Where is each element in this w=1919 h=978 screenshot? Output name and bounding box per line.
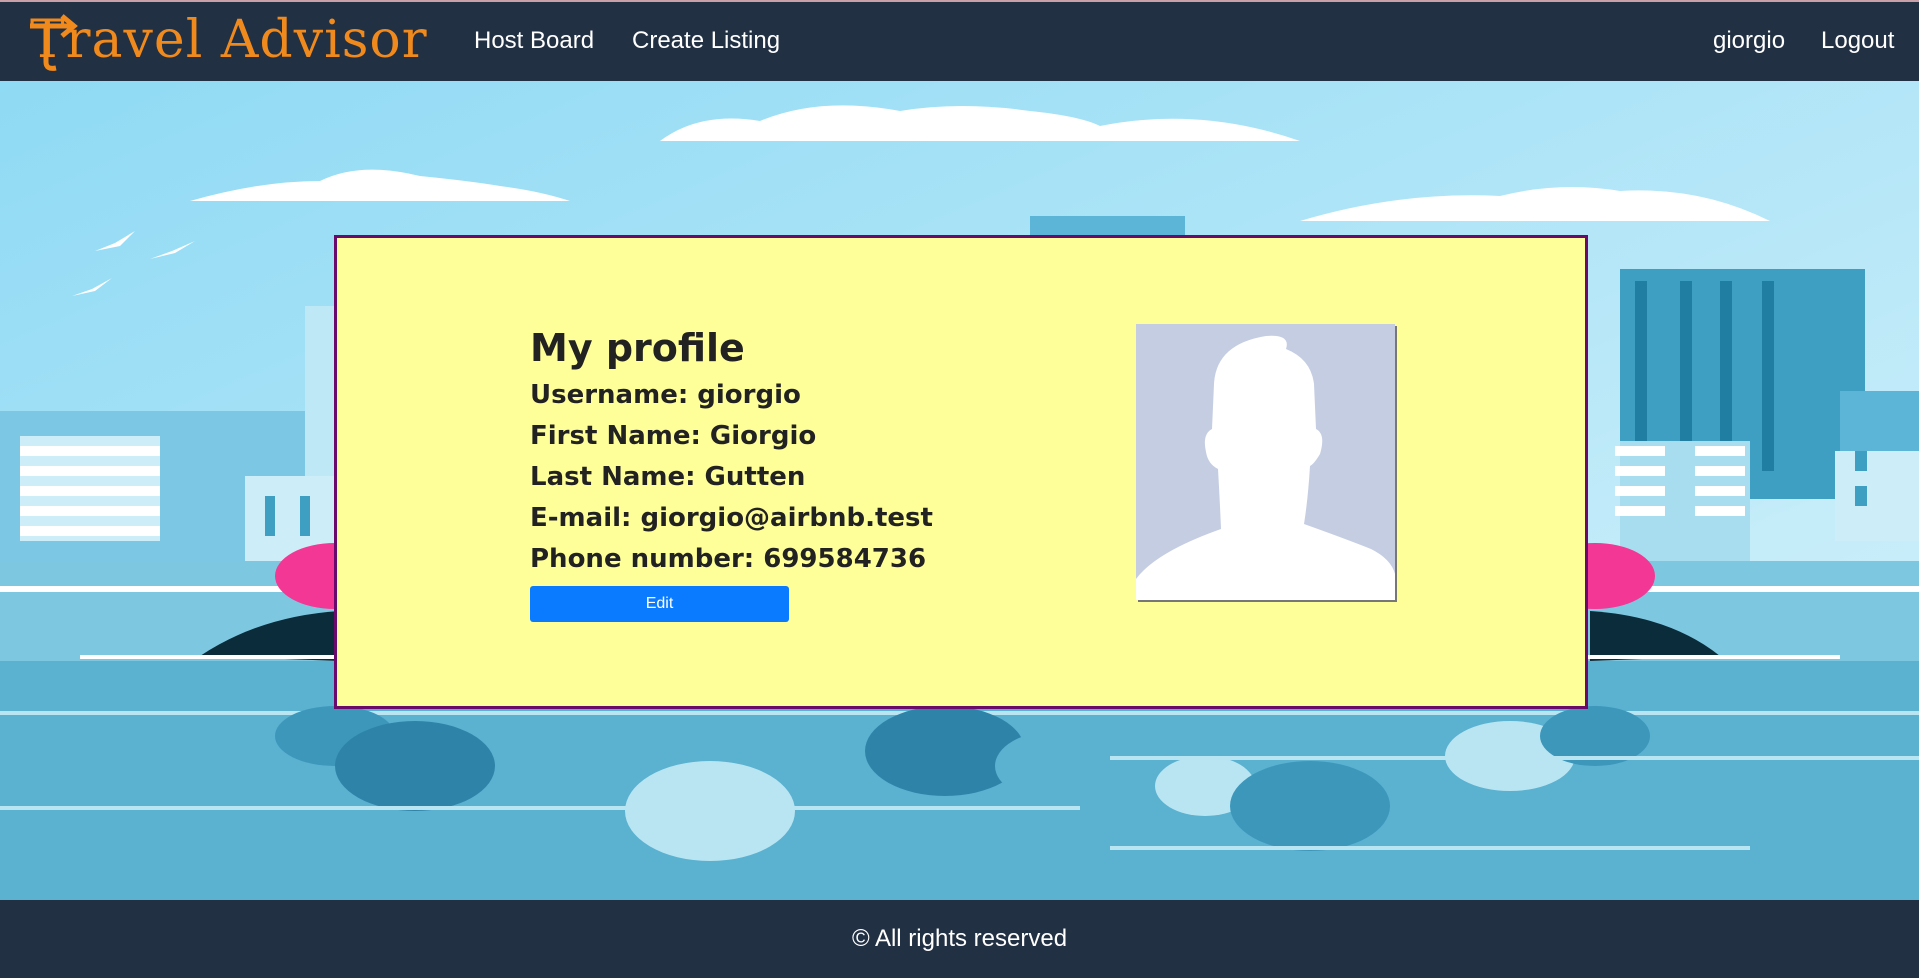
brand-name: Travel Advisor [30, 10, 428, 70]
last-name-field: Last Name: Gutten [530, 462, 806, 492]
avatar [1136, 324, 1395, 600]
phone-field: Phone number: 699584736 [530, 544, 927, 574]
airplane-arrow-icon [30, 14, 78, 71]
page-title: My profile [530, 326, 745, 370]
nav-user-giorgio[interactable]: giorgio [1713, 27, 1785, 55]
nav-create-listing[interactable]: Create Listing [632, 27, 780, 55]
copyright-text: © All rights reserved [851, 925, 1068, 952]
default-user-silhouette-icon [1136, 335, 1395, 600]
top-navbar: Travel Advisor Host Board Create Listing… [0, 0, 1919, 81]
email-field: E-mail: giorgio@airbnb.test [530, 503, 933, 533]
username-field: Username: giorgio [530, 380, 801, 410]
edit-button[interactable]: Edit [530, 586, 789, 622]
profile-card: My profile Username: giorgio First Name:… [334, 235, 1588, 709]
footer: © All rights reserved [0, 900, 1919, 978]
first-name-field: First Name: Giorgio [530, 421, 817, 451]
nav-logout[interactable]: Logout [1821, 27, 1894, 55]
nav-host-board[interactable]: Host Board [474, 27, 594, 55]
brand-logo[interactable]: Travel Advisor [30, 8, 428, 72]
